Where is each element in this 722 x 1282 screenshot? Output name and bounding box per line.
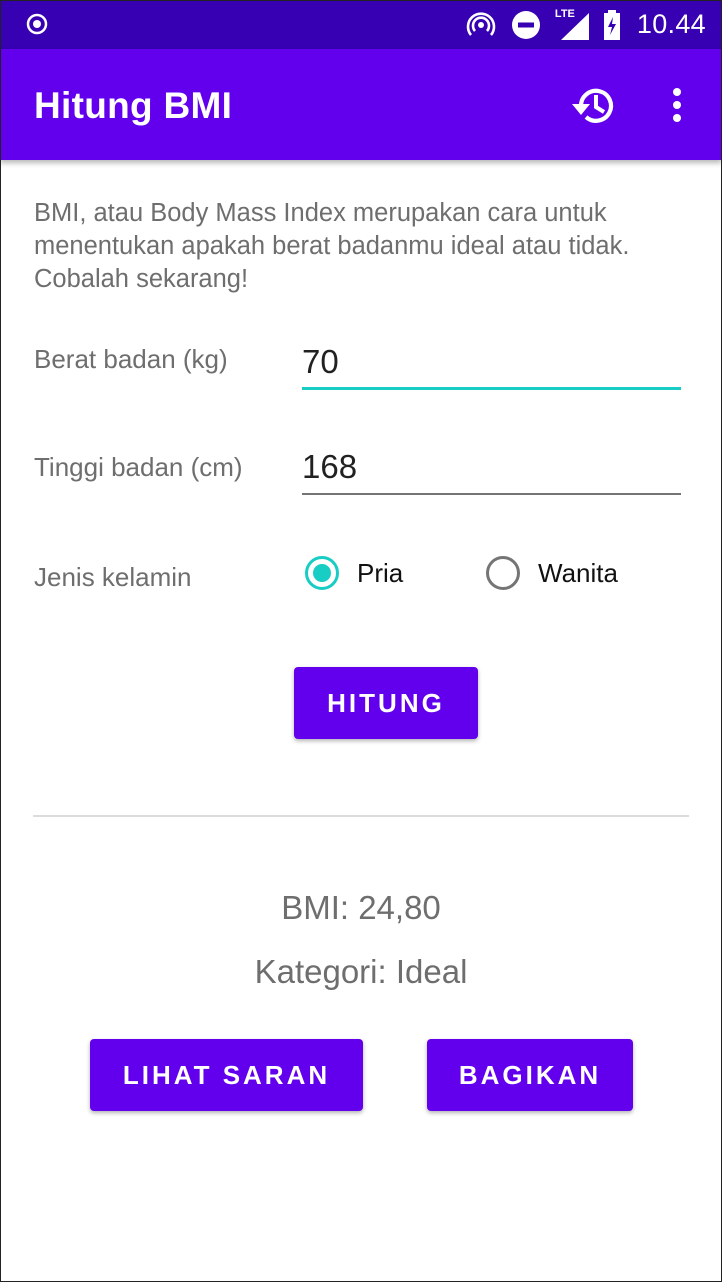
gender-option-label: Wanita <box>538 557 618 588</box>
radio-unchecked-icon[interactable] <box>486 556 520 590</box>
weight-label: Berat badan (kg) <box>34 344 228 374</box>
height-label: Tinggi badan (cm) <box>34 452 243 482</box>
status-bar: LTE 10.44 <box>0 0 722 49</box>
app-bar: Hitung BMI <box>0 49 722 160</box>
weight-field-underline <box>302 387 681 390</box>
gender-label: Jenis kelamin <box>34 562 192 592</box>
gender-radio-pria[interactable]: Pria <box>305 556 403 590</box>
gender-radio-wanita[interactable]: Wanita <box>486 556 618 590</box>
radio-checked-icon[interactable] <box>305 556 339 590</box>
view-advice-button[interactable]: LIHAT SARAN <box>90 1039 363 1111</box>
weight-input[interactable] <box>302 338 681 386</box>
history-icon[interactable] <box>568 84 616 128</box>
status-time: 10.44 <box>636 9 706 39</box>
intro-text: BMI, atau Body Mass Index merupakan cara… <box>34 199 630 293</box>
battery-charging-icon <box>603 9 621 40</box>
bmi-result: BMI: 24,80 <box>281 889 441 926</box>
height-input[interactable] <box>302 443 681 491</box>
signal-lte-icon: LTE <box>554 7 589 40</box>
weight-field[interactable] <box>302 338 681 390</box>
height-field-underline <box>302 493 681 495</box>
app-title: Hitung BMI <box>34 85 233 126</box>
share-button[interactable]: BAGIKAN <box>427 1039 633 1111</box>
gender-option-label: Pria <box>357 557 404 588</box>
hotspot-icon <box>465 10 497 40</box>
calculate-button[interactable]: HITUNG <box>294 667 478 739</box>
radio-target-icon <box>26 13 48 35</box>
height-field[interactable] <box>302 443 681 495</box>
network-type-label: LTE <box>554 7 575 20</box>
do-not-disturb-icon <box>511 10 541 40</box>
more-vert-icon[interactable] <box>662 84 692 128</box>
bmi-category: Kategori: Ideal <box>254 953 468 990</box>
divider <box>33 815 689 817</box>
